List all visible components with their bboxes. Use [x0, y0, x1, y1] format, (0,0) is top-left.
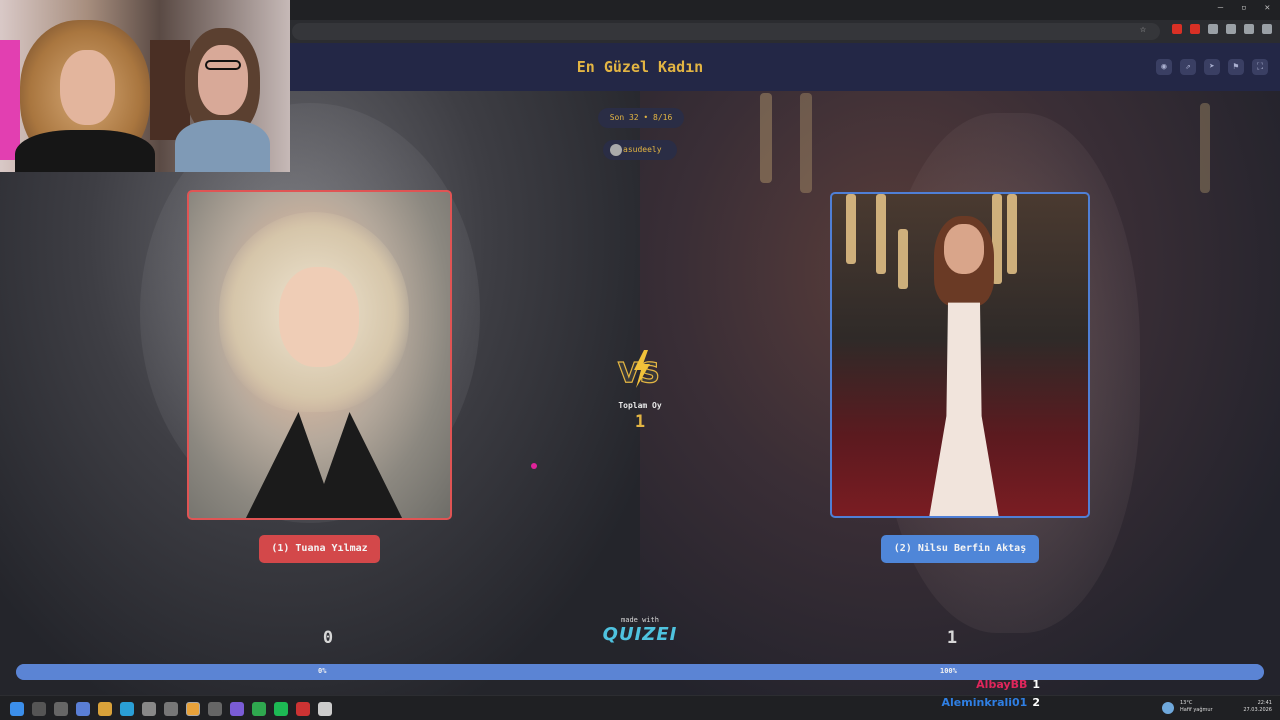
app-icon[interactable] [296, 702, 310, 716]
webcam-detail [175, 120, 270, 172]
total-votes-value: 1 [634, 412, 646, 432]
close-icon[interactable]: ✕ [1265, 3, 1270, 13]
menu-dots-icon[interactable] [1262, 24, 1272, 34]
share-icon[interactable]: ⇗ [1180, 59, 1196, 75]
vote-progress-bar [16, 664, 1264, 680]
chat-text: 1 [1032, 678, 1040, 691]
brand-logo[interactable]: QUIZEI [600, 624, 680, 645]
contestant-left-image[interactable] [187, 190, 452, 520]
photo-detail [279, 267, 359, 367]
system-tray: 13°C Hafif yağmur [1162, 700, 1213, 714]
windows-start-icon[interactable] [10, 702, 24, 716]
camera-icon[interactable] [208, 702, 222, 716]
photo-detail [239, 412, 409, 518]
background-light [1200, 103, 1210, 193]
settings-icon[interactable] [164, 702, 178, 716]
vs-logo: VS [617, 350, 660, 390]
webcam-detail [0, 40, 20, 160]
spotify-icon[interactable] [274, 702, 288, 716]
mouse-cursor [531, 463, 537, 469]
percent-left: 0% [318, 667, 327, 675]
widgets-icon[interactable] [76, 702, 90, 716]
clock[interactable]: 22:41 27.03.2026 [1238, 700, 1272, 714]
photo-detail [944, 224, 984, 274]
photo-detail [876, 194, 886, 274]
fullscreen-icon[interactable]: ⛶ [1252, 59, 1268, 75]
extensions-area [1172, 24, 1272, 34]
weather-desc: Hafif yağmur [1180, 707, 1213, 713]
webcam-overlay [0, 0, 290, 172]
weather-temp: 13°C [1180, 700, 1193, 706]
photo-detail [846, 194, 856, 264]
file-explorer-icon[interactable] [98, 702, 112, 716]
store-icon[interactable] [142, 702, 156, 716]
creator-name: asudeely [623, 145, 662, 154]
webcam-detail [60, 50, 115, 125]
score-left: 0 [322, 628, 334, 648]
flag-icon[interactable]: ⚑ [1228, 59, 1244, 75]
chat-username: AlbayBB [976, 678, 1028, 691]
progress-fill-right [16, 664, 1264, 680]
eye-icon[interactable]: ◉ [1156, 59, 1172, 75]
background-light [760, 93, 772, 183]
taskbar-apps [10, 702, 332, 716]
webcam-detail [205, 60, 241, 70]
minimize-icon[interactable]: — [1218, 3, 1223, 13]
clock-time: 22:41 [1257, 700, 1272, 706]
vote-button-right[interactable]: (2) Nilsu Berfin Aktaş [881, 535, 1039, 563]
edge-icon[interactable] [120, 702, 134, 716]
extension-icon[interactable] [1208, 24, 1218, 34]
vote-button-left[interactable]: (1) Tuana Yılmaz [259, 535, 380, 563]
header-actions: ◉ ⇗ ➤ ⚑ ⛶ [1156, 59, 1268, 75]
chat-message: Aleminkrali01 2 [920, 696, 1040, 714]
maximize-icon[interactable]: ▫ [1241, 3, 1246, 13]
weather-icon[interactable] [1162, 702, 1174, 714]
avatar [610, 144, 622, 156]
percent-right: 100% [940, 667, 957, 675]
photo-detail [898, 229, 908, 289]
steam-icon[interactable] [318, 702, 332, 716]
search-icon[interactable] [32, 702, 46, 716]
xbox-icon[interactable] [252, 702, 266, 716]
contestant-right-image[interactable] [830, 192, 1090, 518]
webcam-detail [15, 130, 155, 172]
window-controls: — ▫ ✕ [1218, 3, 1270, 13]
address-bar[interactable] [292, 23, 1160, 40]
webcam-detail [198, 45, 248, 115]
webcam-detail [150, 40, 190, 140]
chat-username: Aleminkrali01 [941, 696, 1028, 709]
weather-widget[interactable]: 13°C Hafif yağmur [1180, 700, 1213, 714]
clock-date: 27.03.2026 [1243, 707, 1272, 713]
round-badge: Son 32 • 8/16 [598, 108, 684, 128]
chat-message: AlbayBB 1 [920, 678, 1040, 696]
task-view-icon[interactable] [54, 702, 68, 716]
creator-badge[interactable]: asudeely [603, 140, 677, 160]
photo-detail [1007, 194, 1017, 274]
extension-icon[interactable] [1190, 24, 1200, 34]
made-with-label: made with [621, 616, 659, 624]
send-icon[interactable]: ➤ [1204, 59, 1220, 75]
bookmark-star-icon[interactable]: ☆ [1140, 24, 1146, 35]
score-right: 1 [946, 628, 958, 648]
background-light [800, 93, 812, 193]
windows-taskbar: 13°C Hafif yağmur 22:41 27.03.2026 [0, 695, 1280, 720]
chat-overlay: AlbayBB 1 Aleminkrali01 2 [920, 678, 1040, 714]
obs-icon[interactable] [230, 702, 244, 716]
profile-icon[interactable] [1244, 24, 1254, 34]
chat-text: 2 [1032, 696, 1040, 709]
extension-icon[interactable] [1172, 24, 1182, 34]
total-votes-label: Toplam Oy [618, 401, 662, 410]
puzzle-icon[interactable] [1226, 24, 1236, 34]
chrome-icon[interactable] [186, 702, 200, 716]
